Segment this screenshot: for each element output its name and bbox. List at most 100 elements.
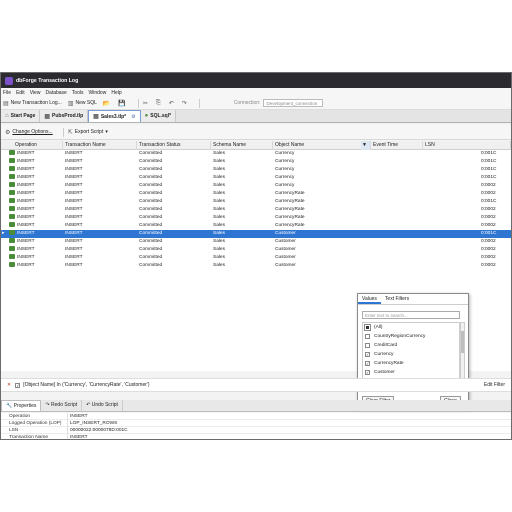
table-row[interactable]: INSERT INSERT Committed Sales CurrencyRate 0:… <box>1 198 511 206</box>
filter-item[interactable]: CountryRegionCurrency <box>363 332 459 341</box>
table-cell: INSERT <box>1 254 63 262</box>
tab-properties[interactable]: 🔧 Properties <box>1 400 42 411</box>
filter-item-label: CurrencyRate <box>374 361 404 366</box>
cell-text: INSERT <box>17 239 35 244</box>
table-cell: Currency <box>275 167 295 172</box>
menu-window[interactable]: Window <box>89 90 107 96</box>
filter-item[interactable]: CreditCard <box>363 341 459 350</box>
tab-text-filters[interactable]: Text Filters <box>381 294 413 304</box>
save-button[interactable]: 💾 <box>118 100 127 107</box>
cell-text: INSERT <box>17 167 35 172</box>
property-row[interactable]: LSN 00000022:0000078D:001C <box>1 427 511 434</box>
change-options-button[interactable]: ⚙ Change Options... <box>5 129 53 136</box>
table-cell: Sales <box>213 223 225 228</box>
document-tabs: ⌂ Start Page ▦ PubsProd.tlp ▦ Sales3.tlp* ⚙ … <box>1 110 511 123</box>
table-cell: INSERT <box>1 190 63 198</box>
table-row[interactable]: INSERT INSERT Committed Sales Currency 0:001C <box>1 158 511 166</box>
new-transaction-log-button[interactable]: ▤ New Transaction Log... <box>3 100 62 107</box>
cell-text: INSERT <box>17 159 35 164</box>
filter-item-checkbox[interactable]: ✓ <box>365 361 370 366</box>
table-row[interactable]: INSERT INSERT Committed Sales Customer 0:0002 <box>1 246 511 254</box>
filter-item[interactable]: (All) <box>363 323 459 332</box>
filter-icon[interactable]: ▼ <box>361 141 371 150</box>
column-header-event-time[interactable]: Event Time <box>371 141 423 150</box>
property-row[interactable]: Operation INSERT <box>1 413 511 420</box>
copy-icon: ⎘ <box>155 99 161 106</box>
filter-item[interactable]: ✓ CurrencyRate <box>363 359 459 368</box>
table-row[interactable]: INSERT INSERT Committed Sales Customer 0:0002 <box>1 262 511 270</box>
table-row[interactable]: INSERT INSERT Committed Sales CurrencyRate 0:… <box>1 222 511 230</box>
close-tab-icon[interactable]: ⚙ <box>131 114 135 120</box>
filter-item-checkbox[interactable]: ✓ <box>365 370 370 375</box>
export-icon: ⇱ <box>67 129 73 136</box>
menu-file[interactable]: File <box>3 90 11 96</box>
column-header-transaction-name[interactable]: Transaction Name <box>63 141 137 150</box>
menu-database[interactable]: Database <box>45 90 66 96</box>
filter-item-checkbox[interactable]: ✓ <box>365 352 370 357</box>
table-cell: Committed <box>139 263 163 268</box>
column-header-transaction-status[interactable]: Transaction Status <box>137 141 211 150</box>
redo-button[interactable]: ↷ <box>182 100 189 107</box>
column-header-operation[interactable]: Operation <box>1 141 63 150</box>
table-cell: Committed <box>139 239 163 244</box>
property-row[interactable]: Logged Operation (LOP) LOP_INSERT_ROWS <box>1 420 511 427</box>
tab-start-page[interactable]: ⌂ Start Page <box>1 110 41 122</box>
table-row[interactable]: INSERT INSERT Committed Sales CurrencyRate 0:… <box>1 190 511 198</box>
table-row[interactable]: INSERT INSERT Committed Sales CurrencyRate 0:… <box>1 214 511 222</box>
table-row[interactable]: ▸ INSERT INSERT Committed Sales Customer 0:001… <box>1 230 511 238</box>
undo-button[interactable]: ↶ <box>169 100 176 107</box>
scrollbar-thumb[interactable] <box>461 331 464 353</box>
column-header-object-name[interactable]: Object Name <box>273 141 371 150</box>
open-button[interactable]: 📂 <box>103 100 112 107</box>
table-row[interactable]: INSERT INSERT Committed Sales Currency 0:001C <box>1 150 511 158</box>
insert-operation-icon <box>9 198 15 203</box>
table-cell: INSERT <box>1 198 63 206</box>
tab-values[interactable]: Values <box>358 294 381 304</box>
menu-tools[interactable]: Tools <box>72 90 84 96</box>
table-cell: INSERT <box>1 166 63 174</box>
table-cell: Committed <box>139 199 163 204</box>
edit-filter-button[interactable]: Edit Filter <box>484 382 505 388</box>
menu-edit[interactable]: Edit <box>16 90 25 96</box>
menu-help[interactable]: Help <box>111 90 121 96</box>
tab-pubsprod[interactable]: ▦ PubsProd.tlp <box>40 110 89 122</box>
menu-view[interactable]: View <box>30 90 41 96</box>
chevron-down-icon: ▾ <box>105 129 108 135</box>
export-script-button[interactable]: ⇱ Export Script ▾ <box>68 129 108 136</box>
table-row[interactable]: INSERT INSERT Committed Sales Customer 0:0002 <box>1 254 511 262</box>
grid-header: Operation Transaction Name Transaction S… <box>1 141 511 150</box>
tab-redo-script[interactable]: ↷ Redo Script <box>41 400 83 411</box>
table-row[interactable]: INSERT INSERT Committed Sales Currency 0:001C <box>1 166 511 174</box>
filter-item-label: Customer <box>374 370 395 375</box>
tab-sales3[interactable]: ▦ Sales3.tlp* ⚙ <box>88 110 141 122</box>
tab-label: Sales3.tlp* <box>100 113 127 120</box>
column-header-lsn[interactable]: LSN <box>423 141 511 150</box>
cell-text: INSERT <box>17 151 35 156</box>
filter-search-input[interactable]: Enter text to search... <box>362 311 460 319</box>
property-row[interactable]: Transaction Name INSERT <box>1 434 511 439</box>
tab-undo-script[interactable]: ↶ Undo Script <box>82 400 123 411</box>
filter-item[interactable]: ✓ Customer <box>363 368 459 377</box>
copy-button[interactable]: ⎘ <box>156 100 163 107</box>
new-sql-button[interactable]: ▥ New SQL <box>68 100 97 107</box>
connection-select[interactable]: Development_connection <box>263 99 324 107</box>
property-value: INSERT <box>67 413 88 420</box>
insert-operation-icon <box>9 262 15 267</box>
table-row[interactable]: INSERT INSERT Committed Sales Currency 0:0002 <box>1 182 511 190</box>
table-row[interactable]: INSERT INSERT Committed Sales Customer 0:0002 <box>1 238 511 246</box>
insert-operation-icon <box>9 238 15 243</box>
table-cell: 0:001C <box>481 175 497 180</box>
remove-filter-icon[interactable]: ✕ <box>7 382 11 388</box>
cut-button[interactable]: ✂ <box>143 100 150 107</box>
filter-item-checkbox[interactable] <box>364 324 371 331</box>
filter-item-checkbox[interactable] <box>365 334 370 339</box>
filter-item[interactable]: ✓ Currency <box>363 350 459 359</box>
table-row[interactable]: INSERT INSERT Committed Sales Currency 0:001C <box>1 174 511 182</box>
table-row[interactable]: INSERT INSERT Committed Sales CurrencyRate 0:… <box>1 206 511 214</box>
cell-text: INSERT <box>17 223 35 228</box>
tab-sql[interactable]: ● SQL.sql* <box>140 110 177 122</box>
column-header-schema-name[interactable]: Schema Name <box>211 141 273 150</box>
filter-item-checkbox[interactable] <box>365 343 370 348</box>
filter-enabled-checkbox[interactable]: ✓ <box>15 382 21 388</box>
table-cell: Currency <box>275 159 295 164</box>
